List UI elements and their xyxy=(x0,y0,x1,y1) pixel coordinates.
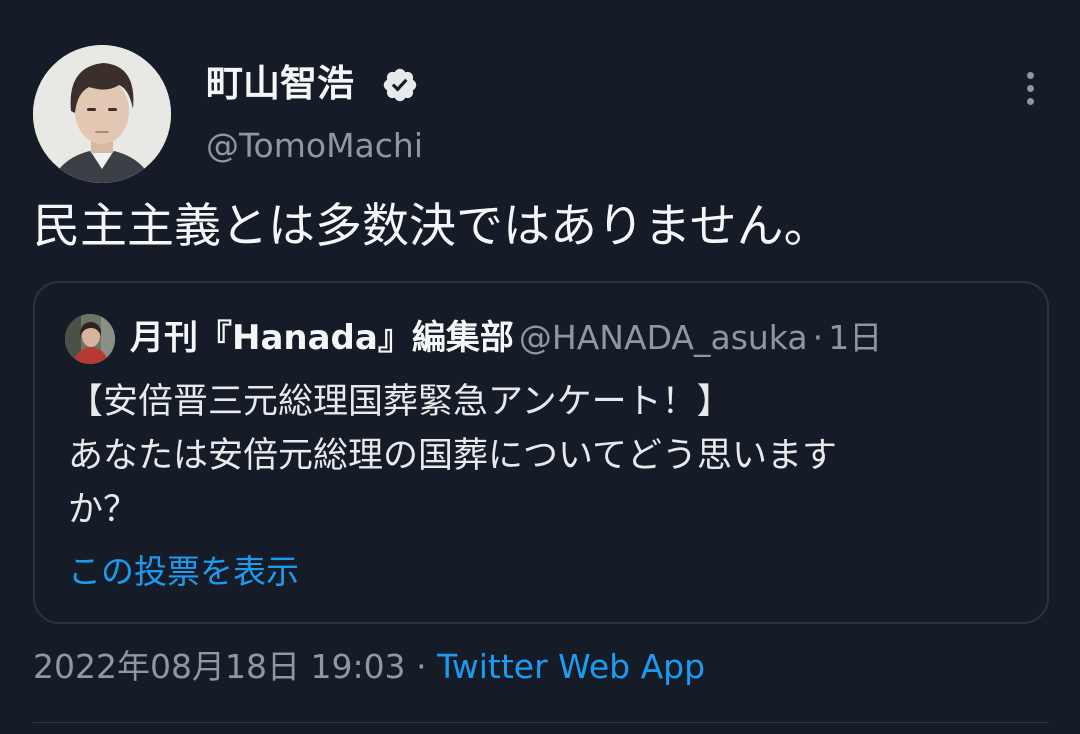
tweet-source-link[interactable]: Twitter Web App xyxy=(437,647,705,686)
divider xyxy=(33,722,1049,723)
quoted-author-avatar[interactable] xyxy=(65,314,115,364)
quoted-text-line: あなたは安倍元総理の国葬についてどう思います xyxy=(68,436,837,476)
quoted-author-handle[interactable]: @HANADA_asuka xyxy=(519,318,808,357)
verified-badge-icon xyxy=(383,68,417,102)
quoted-tweet-time[interactable]: 1日 xyxy=(828,318,882,357)
tweet-meta: 2022年08月18日 19:03 · Twitter Web App xyxy=(33,644,705,690)
tweet: 町山智浩 @TomoMachi 民主主義とは多数決ではありません。 月刊『Han… xyxy=(0,0,1080,734)
author-avatar[interactable] xyxy=(33,45,171,183)
more-dot xyxy=(1026,97,1034,105)
tweet-timestamp[interactable]: 2022年08月18日 19:03 xyxy=(33,647,406,686)
more-dot xyxy=(1026,84,1034,92)
quoted-tweet-text: 【安倍晋三元総理国葬緊急アンケート！】 あなたは安倍元総理の国葬についてどう思い… xyxy=(68,375,1028,537)
quoted-text-line: 【安倍晋三元総理国葬緊急アンケート！】 xyxy=(68,382,732,422)
more-vertical-icon[interactable] xyxy=(1010,66,1050,110)
quoted-text-line: か？ xyxy=(68,490,139,530)
quoted-separator: · xyxy=(812,318,824,357)
show-poll-link[interactable]: この投票を表示 xyxy=(68,549,299,595)
author-handle[interactable]: @TomoMachi xyxy=(206,124,423,168)
meta-separator: · xyxy=(416,647,427,686)
quoted-author-display-name[interactable]: 月刊『Hanada』編集部 xyxy=(130,318,514,358)
author-display-name[interactable]: 町山智浩 xyxy=(206,62,354,106)
tweet-text: 民主主義とは多数決ではありません。 xyxy=(33,199,831,254)
quoted-tweet-header: 月刊『Hanada』編集部 @HANADA_asuka · 1日 xyxy=(130,315,882,367)
more-dot xyxy=(1026,71,1034,79)
quoted-tweet-card[interactable]: 月刊『Hanada』編集部 @HANADA_asuka · 1日 【安倍晋三元総… xyxy=(33,281,1049,624)
